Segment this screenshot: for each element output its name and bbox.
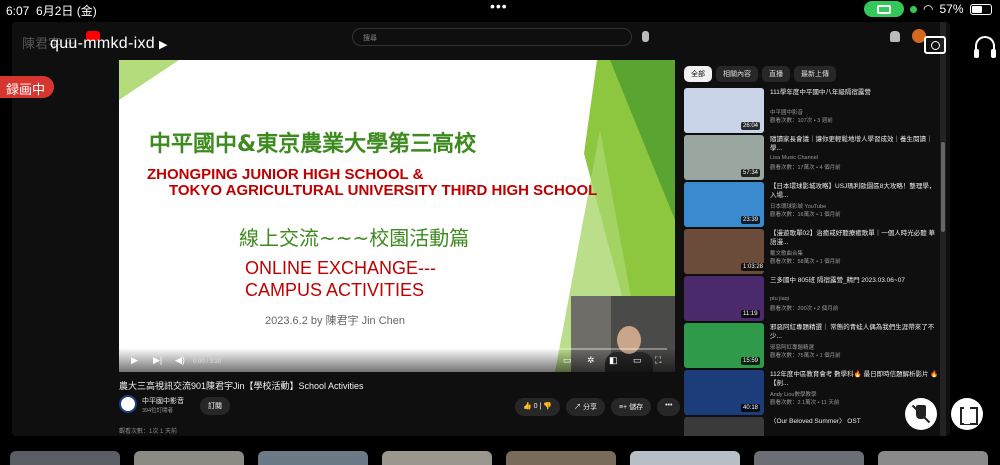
video-duration: 40:18 bbox=[741, 404, 761, 412]
subtitles-icon[interactable]: ▭ bbox=[563, 355, 572, 366]
camera-in-use-icon[interactable] bbox=[864, 1, 904, 17]
recommendation-channel: Lisa Music Channel bbox=[770, 155, 818, 161]
multitasking-dots-icon[interactable]: ••• bbox=[490, 0, 508, 14]
channel-avatar[interactable] bbox=[119, 395, 137, 413]
youtube-search-input[interactable]: 搜尋 bbox=[352, 28, 632, 46]
settings-gear-icon[interactable]: ✲ bbox=[587, 355, 595, 366]
video-duration: 1:03:28 bbox=[741, 263, 766, 271]
thumbs-up-icon: 👍 bbox=[523, 403, 532, 410]
channel-subscriber-count: 394位訂閱者 bbox=[142, 408, 174, 414]
slide-subtitle-zh: 線上交流~~~校園活動篇 bbox=[239, 226, 470, 250]
chip-all[interactable]: 全部 bbox=[684, 66, 712, 82]
theater-mode-icon[interactable]: ▭ bbox=[633, 355, 642, 366]
recommendation-title[interactable]: 三多國中 805班 隔宿露營_精門 2023.03.06~07 bbox=[770, 276, 940, 285]
recommendation-item[interactable]: 23:39 【日本環球影城攻略】USJ瑪利歐園區8大攻略！整理學，入場... 日本環… bbox=[684, 182, 944, 228]
progress-bar[interactable] bbox=[127, 348, 667, 350]
slide-title-zh: 中平國中&東京農業大學第三高校 bbox=[149, 132, 477, 157]
scrollbar[interactable] bbox=[940, 22, 946, 436]
subscribe-button[interactable]: 訂閱 bbox=[200, 397, 230, 415]
recommendation-item[interactable]: 〈Our Beloved Summer〉 OST bbox=[684, 417, 944, 436]
video-duration: 11:19 bbox=[741, 310, 760, 318]
fullscreen-icon[interactable]: ⛶ bbox=[655, 355, 661, 366]
video-duration: 15:59 bbox=[741, 357, 761, 365]
slide-title-en-line1: ZHONGPING JUNIOR HIGH SCHOOL & bbox=[147, 166, 424, 183]
status-time: 6:07 6月2日 (金) bbox=[6, 4, 97, 18]
recommendation-meta: 觀看次數：17萬次 • 4 個月前 bbox=[770, 165, 841, 171]
recommendation-title[interactable]: 隨讀家長會議｜讓你更輕鬆地增人學習成效｜養生閱讀｜學... bbox=[770, 135, 940, 153]
recommendation-meta: 觀看次數：2.1萬次 • 11 天前 bbox=[770, 400, 840, 406]
player-time: 0:00 / 3:20 bbox=[193, 359, 222, 365]
recommendation-channel: 戴文歌曲合集 bbox=[770, 251, 804, 257]
slide-date: 2023.6.2 by 陳君宇 Jin Chen bbox=[265, 315, 406, 327]
recommendation-title[interactable]: 111學年度中平國中八年級隔宿露營 bbox=[770, 88, 940, 97]
view-count: 觀看次數：1次 1 天前 bbox=[119, 429, 178, 435]
camera-switch-icon[interactable] bbox=[924, 36, 946, 54]
recommendation-meta: 觀看次數：200次 • 2 個月前 bbox=[770, 306, 839, 312]
chip-recent[interactable]: 最新上傳 bbox=[794, 66, 836, 82]
meeting-id[interactable]: quu-mmkd-ixd ▶ bbox=[50, 35, 168, 53]
like-button[interactable]: 👍 0 | 👎 bbox=[515, 398, 561, 416]
slide-decoration bbox=[119, 60, 179, 100]
video-thumbnail[interactable] bbox=[684, 417, 764, 436]
recommendation-meta: 觀看次數：75萬次 • 1 個月前 bbox=[770, 353, 841, 359]
recommendation-item[interactable]: 57:34 隨讀家長會議｜讓你更輕鬆地增人學習成效｜養生閱讀｜學... Lisa M… bbox=[684, 135, 944, 181]
recommendation-item[interactable]: 26:04 111學年度中平國中八年級隔宿露營 中平國中影音觀看次數：107次 • … bbox=[684, 88, 944, 134]
miniplayer-icon[interactable]: ◧ bbox=[609, 355, 618, 366]
recommendation-meta: 觀看次數：16萬次 • 1 個月前 bbox=[770, 212, 841, 218]
recommendation-title[interactable]: 【漫遊歌單02】治癒戒好聽療癒歌單｜一個人時光必聽 華語漫... bbox=[770, 229, 940, 247]
recommendation-meta: 觀看次數：58萬次 • 1 個月前 bbox=[770, 259, 841, 265]
recommendation-title[interactable]: 112年度中區教育會考 數學科🔥 最日即時信題解析影片 🔥【劍... bbox=[770, 370, 940, 388]
video-player[interactable]: 中平國中&東京農業大學第三高校 ZHONGPING JUNIOR HIGH SC… bbox=[119, 60, 675, 372]
recommendation-channel: ptu jiaqi bbox=[770, 296, 789, 302]
video-title: 農大三高視訊交流901陳君宇Jin【學校活動】School Activities bbox=[119, 381, 364, 391]
recommendation-channel: Andy Liou數學教學 bbox=[770, 392, 817, 398]
save-button[interactable]: ≡+ 儲存 bbox=[610, 398, 652, 416]
headphones-icon[interactable] bbox=[974, 36, 996, 58]
status-bar: 6:07 6月2日 (金) ••• ◠ 57% bbox=[0, 0, 1000, 18]
video-duration: 26:04 bbox=[741, 122, 761, 130]
recommendation-title[interactable]: 【日本環球影城攻略】USJ瑪利歐園區8大攻略！整理學，入場... bbox=[770, 182, 940, 200]
recommendation-meta: 觀看次數：107次 • 3 週前 bbox=[770, 118, 833, 124]
more-options-button[interactable]: ••• bbox=[657, 398, 681, 416]
battery-icon bbox=[969, 3, 992, 15]
thumbs-down-icon[interactable]: 👎 bbox=[543, 403, 552, 410]
chip-live[interactable]: 直播 bbox=[762, 66, 790, 82]
channel-name[interactable]: 中平國中影音 bbox=[142, 396, 184, 406]
recommendation-item[interactable]: 11:19 三多國中 805班 隔宿露營_精門 2023.03.06~07 ptu … bbox=[684, 276, 944, 322]
chip-related[interactable]: 相關內容 bbox=[716, 66, 758, 82]
recommendation-channel: 中平國中影音 bbox=[770, 110, 804, 116]
pin-off-icon[interactable] bbox=[905, 398, 937, 430]
recommendation-channel: 日本環球影城 YouTube bbox=[770, 204, 827, 210]
slide-title-en-line2: TOKYO AGRICULTURAL UNIVERSITY THIRD HIGH… bbox=[169, 182, 598, 199]
recording-badge: 録画中 bbox=[0, 76, 54, 98]
microphone-icon[interactable] bbox=[642, 31, 649, 42]
filter-chips: 全部 相關內容 直播 最新上傳 bbox=[684, 66, 836, 82]
fullscreen-icon[interactable] bbox=[951, 398, 983, 430]
notification-bell-icon[interactable] bbox=[890, 31, 900, 42]
video-duration: 57:34 bbox=[741, 169, 761, 177]
next-icon[interactable]: ▶| bbox=[153, 355, 162, 366]
slide-subtitle-en-line2: CAMPUS ACTIVITIES bbox=[245, 280, 425, 300]
wifi-icon: ◠ bbox=[923, 2, 934, 16]
recommendation-item[interactable]: 1:03:28 【漫遊歌單02】治癒戒好聽療癒歌單｜一個人時光必聽 華語漫... 戴… bbox=[684, 229, 944, 275]
play-icon[interactable]: ▶ bbox=[131, 355, 138, 366]
battery-percent: 57% bbox=[939, 2, 964, 16]
volume-icon[interactable]: ◀) bbox=[175, 355, 185, 366]
video-duration: 23:39 bbox=[741, 216, 761, 224]
recommendation-channel: 邪惡阿紅專題精選 bbox=[770, 345, 815, 351]
slide-subtitle-en-line1: ONLINE EXCHANGE--- bbox=[245, 258, 437, 278]
camera-indicator-icon bbox=[910, 5, 917, 13]
recommendation-title[interactable]: 邪惡阿紅專題精選｜ 常態的青蛙人偶為我們生涯帶來了不少... bbox=[770, 323, 940, 341]
share-button[interactable]: ↗ 分享 bbox=[566, 398, 605, 416]
video-actions: 👍 0 | 👎 ↗ 分享 ≡+ 儲存 ••• bbox=[515, 398, 681, 416]
chevron-right-icon: ▶ bbox=[158, 39, 168, 51]
recommendation-item[interactable]: 15:59 邪惡阿紅專題精選｜ 常態的青蛙人偶為我們生涯帶來了不少... 邪惡阿紅專… bbox=[684, 323, 944, 369]
shared-screen: 陳君宇 三 搜尋 中平國中&東京農業大學第三高校 ZHONGPING JUNIO… bbox=[12, 22, 950, 436]
